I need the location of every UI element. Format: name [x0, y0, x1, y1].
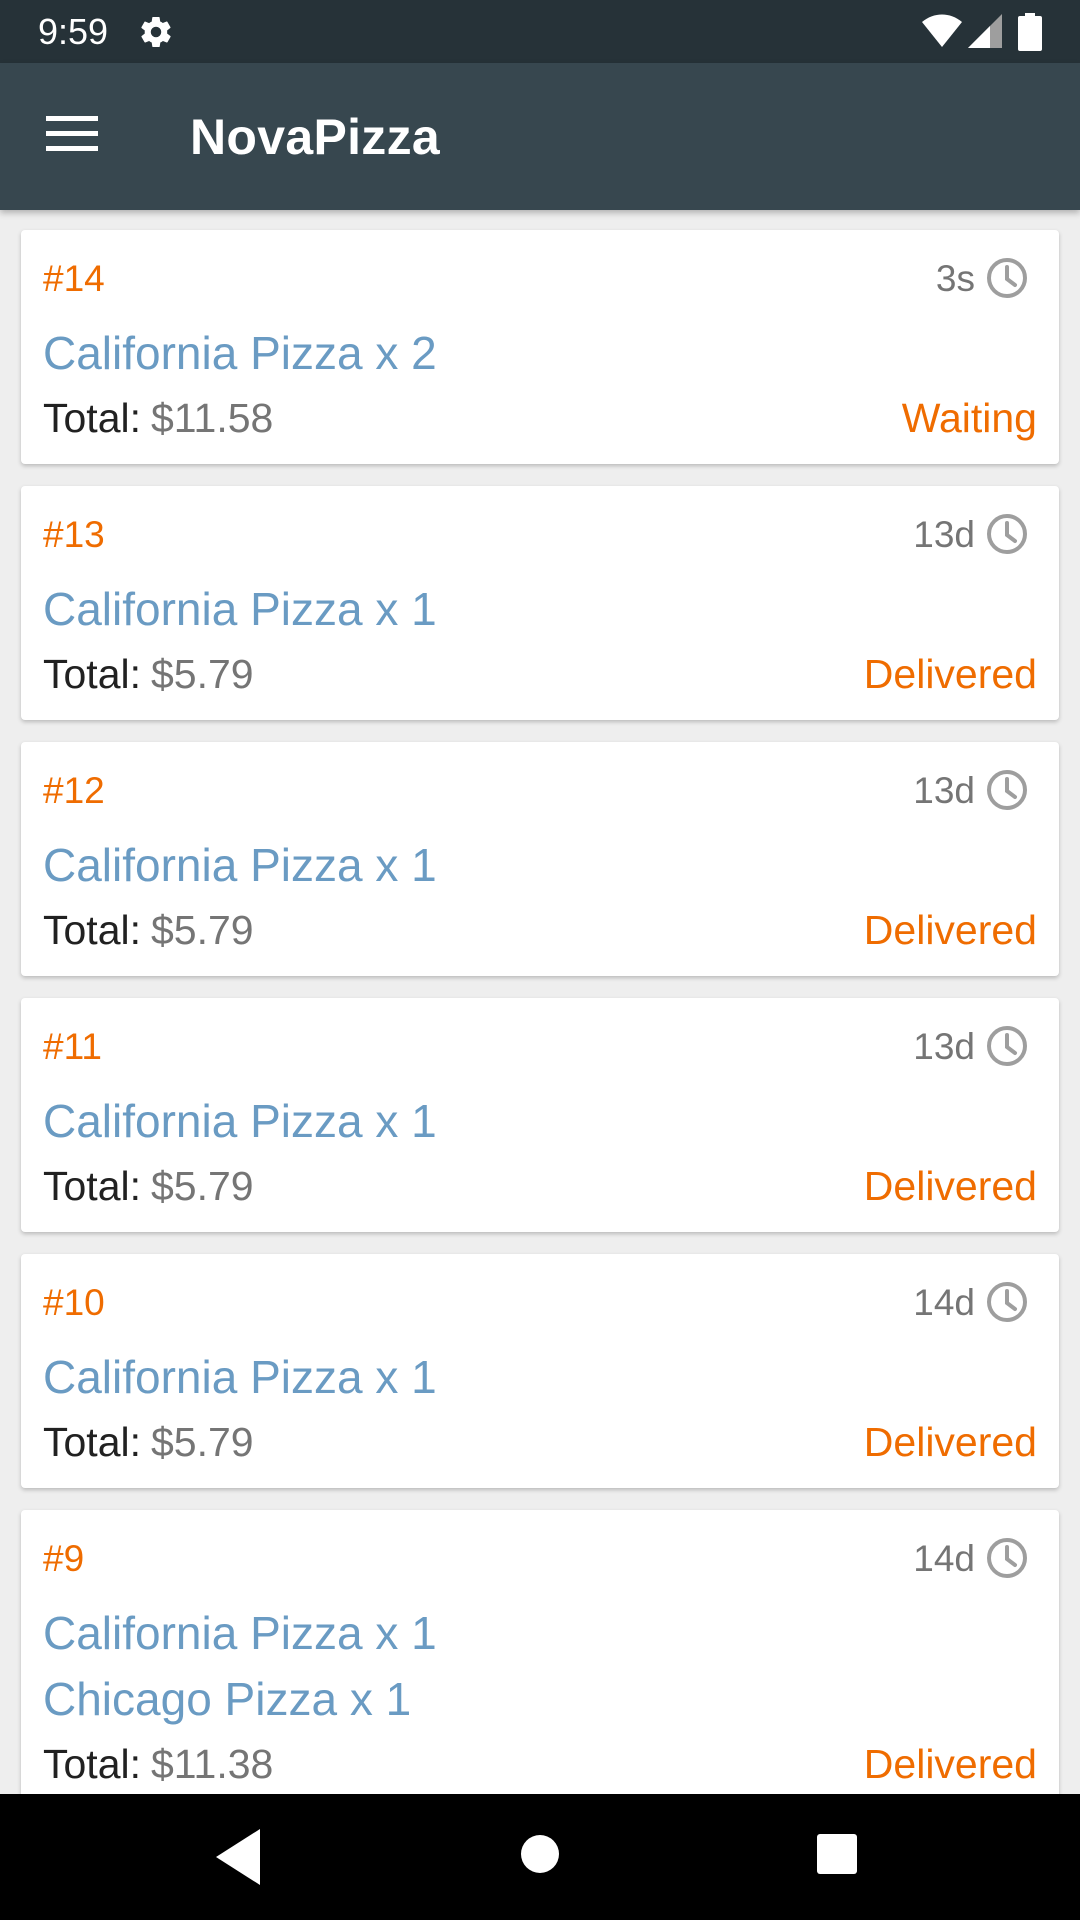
total-value: $5.79 [151, 907, 254, 953]
order-number: #11 [43, 1026, 102, 1067]
app-title: NovaPizza [190, 109, 441, 165]
order-card[interactable]: #11 13d California Pizza x 1 Total: $5.79 Del… [21, 998, 1059, 1232]
order-items: California Pizza x 2 [43, 320, 1037, 386]
order-status: Delivered [863, 1419, 1037, 1465]
wifi-icon [922, 14, 962, 47]
back-icon[interactable] [216, 1829, 260, 1885]
order-item: California Pizza x 1 [43, 1095, 437, 1147]
order-number: #13 [43, 514, 105, 555]
order-age: 3s [935, 258, 975, 299]
app-bar: NovaPizza [0, 63, 1080, 210]
clock-icon [987, 258, 1027, 298]
order-card[interactable]: #14 3s California Pizza x 2 Total: $11.58 Wai… [21, 230, 1059, 464]
order-number: #14 [43, 258, 105, 299]
order-item: Chicago Pizza x 1 [43, 1673, 412, 1725]
order-status: Waiting [901, 395, 1037, 441]
clock-icon [987, 1026, 1027, 1066]
order-total: Total: $11.38 [43, 1740, 273, 1788]
order-age: 14d [913, 1538, 975, 1579]
order-status: Delivered [863, 1741, 1037, 1787]
order-total: Total: $5.79 [43, 650, 254, 698]
order-items: California Pizza x 1 [43, 832, 1037, 898]
total-value: $5.79 [151, 651, 254, 697]
order-items: California Pizza x 1 Chicago Pizza x 1 [43, 1600, 1037, 1732]
total-value: $5.79 [151, 1419, 254, 1465]
order-total: Total: $5.79 [43, 1162, 254, 1210]
order-items: California Pizza x 1 [43, 1344, 1037, 1410]
clock-icon [987, 1282, 1027, 1322]
order-total: Total: $5.79 [43, 1418, 254, 1466]
status-time: 9:59 [38, 11, 109, 52]
battery-icon [1018, 13, 1042, 51]
order-item: California Pizza x 2 [43, 327, 437, 379]
clock-icon [987, 514, 1027, 554]
total-label: Total: [43, 1419, 141, 1465]
recents-icon[interactable] [816, 1833, 858, 1875]
total-label: Total: [43, 907, 141, 953]
hamburger-menu-icon[interactable] [46, 114, 98, 154]
navigation-bar [0, 1794, 1080, 1920]
order-status: Delivered [863, 651, 1037, 697]
order-number: #9 [43, 1538, 85, 1579]
order-number: #12 [43, 770, 105, 811]
home-icon[interactable] [519, 1833, 561, 1875]
total-value: $11.38 [151, 1741, 274, 1787]
clock-icon [987, 1538, 1027, 1578]
order-item: California Pizza x 1 [43, 583, 437, 635]
order-item: California Pizza x 1 [43, 839, 437, 891]
order-age: 13d [913, 1026, 975, 1067]
order-total: Total: $11.58 [43, 394, 273, 442]
order-age: 14d [913, 1282, 975, 1323]
status-bar: 9:59 [0, 0, 1080, 63]
total-value: $11.58 [151, 395, 274, 441]
clock-icon [987, 770, 1027, 810]
order-number: #10 [43, 1282, 105, 1323]
order-card[interactable]: #13 13d California Pizza x 1 Total: $5.79 Del… [21, 486, 1059, 720]
cell-signal-icon [968, 14, 1002, 48]
order-age: 13d [913, 514, 975, 555]
order-card[interactable]: #12 13d California Pizza x 1 Total: $5.79 Del… [21, 742, 1059, 976]
total-label: Total: [43, 395, 141, 441]
order-items: California Pizza x 1 [43, 1088, 1037, 1154]
order-total: Total: $5.79 [43, 906, 254, 954]
order-item: California Pizza x 1 [43, 1607, 437, 1659]
order-items: California Pizza x 1 [43, 576, 1037, 642]
total-value: $5.79 [151, 1163, 254, 1209]
order-card[interactable]: #10 14d California Pizza x 1 Total: $5.79 Del… [21, 1254, 1059, 1488]
order-item: California Pizza x 1 [43, 1351, 437, 1403]
total-label: Total: [43, 1741, 141, 1787]
order-status: Delivered [863, 907, 1037, 953]
order-card[interactable]: #9 14d California Pizza x 1 Chicago Pizza x… [21, 1510, 1059, 1794]
order-list[interactable]: #14 3s California Pizza x 2 Total: $11.58 Wai… [0, 210, 1080, 1794]
gear-icon [141, 16, 171, 48]
total-label: Total: [43, 651, 141, 697]
order-age: 13d [913, 770, 975, 811]
total-label: Total: [43, 1163, 141, 1209]
order-status: Delivered [863, 1163, 1037, 1209]
